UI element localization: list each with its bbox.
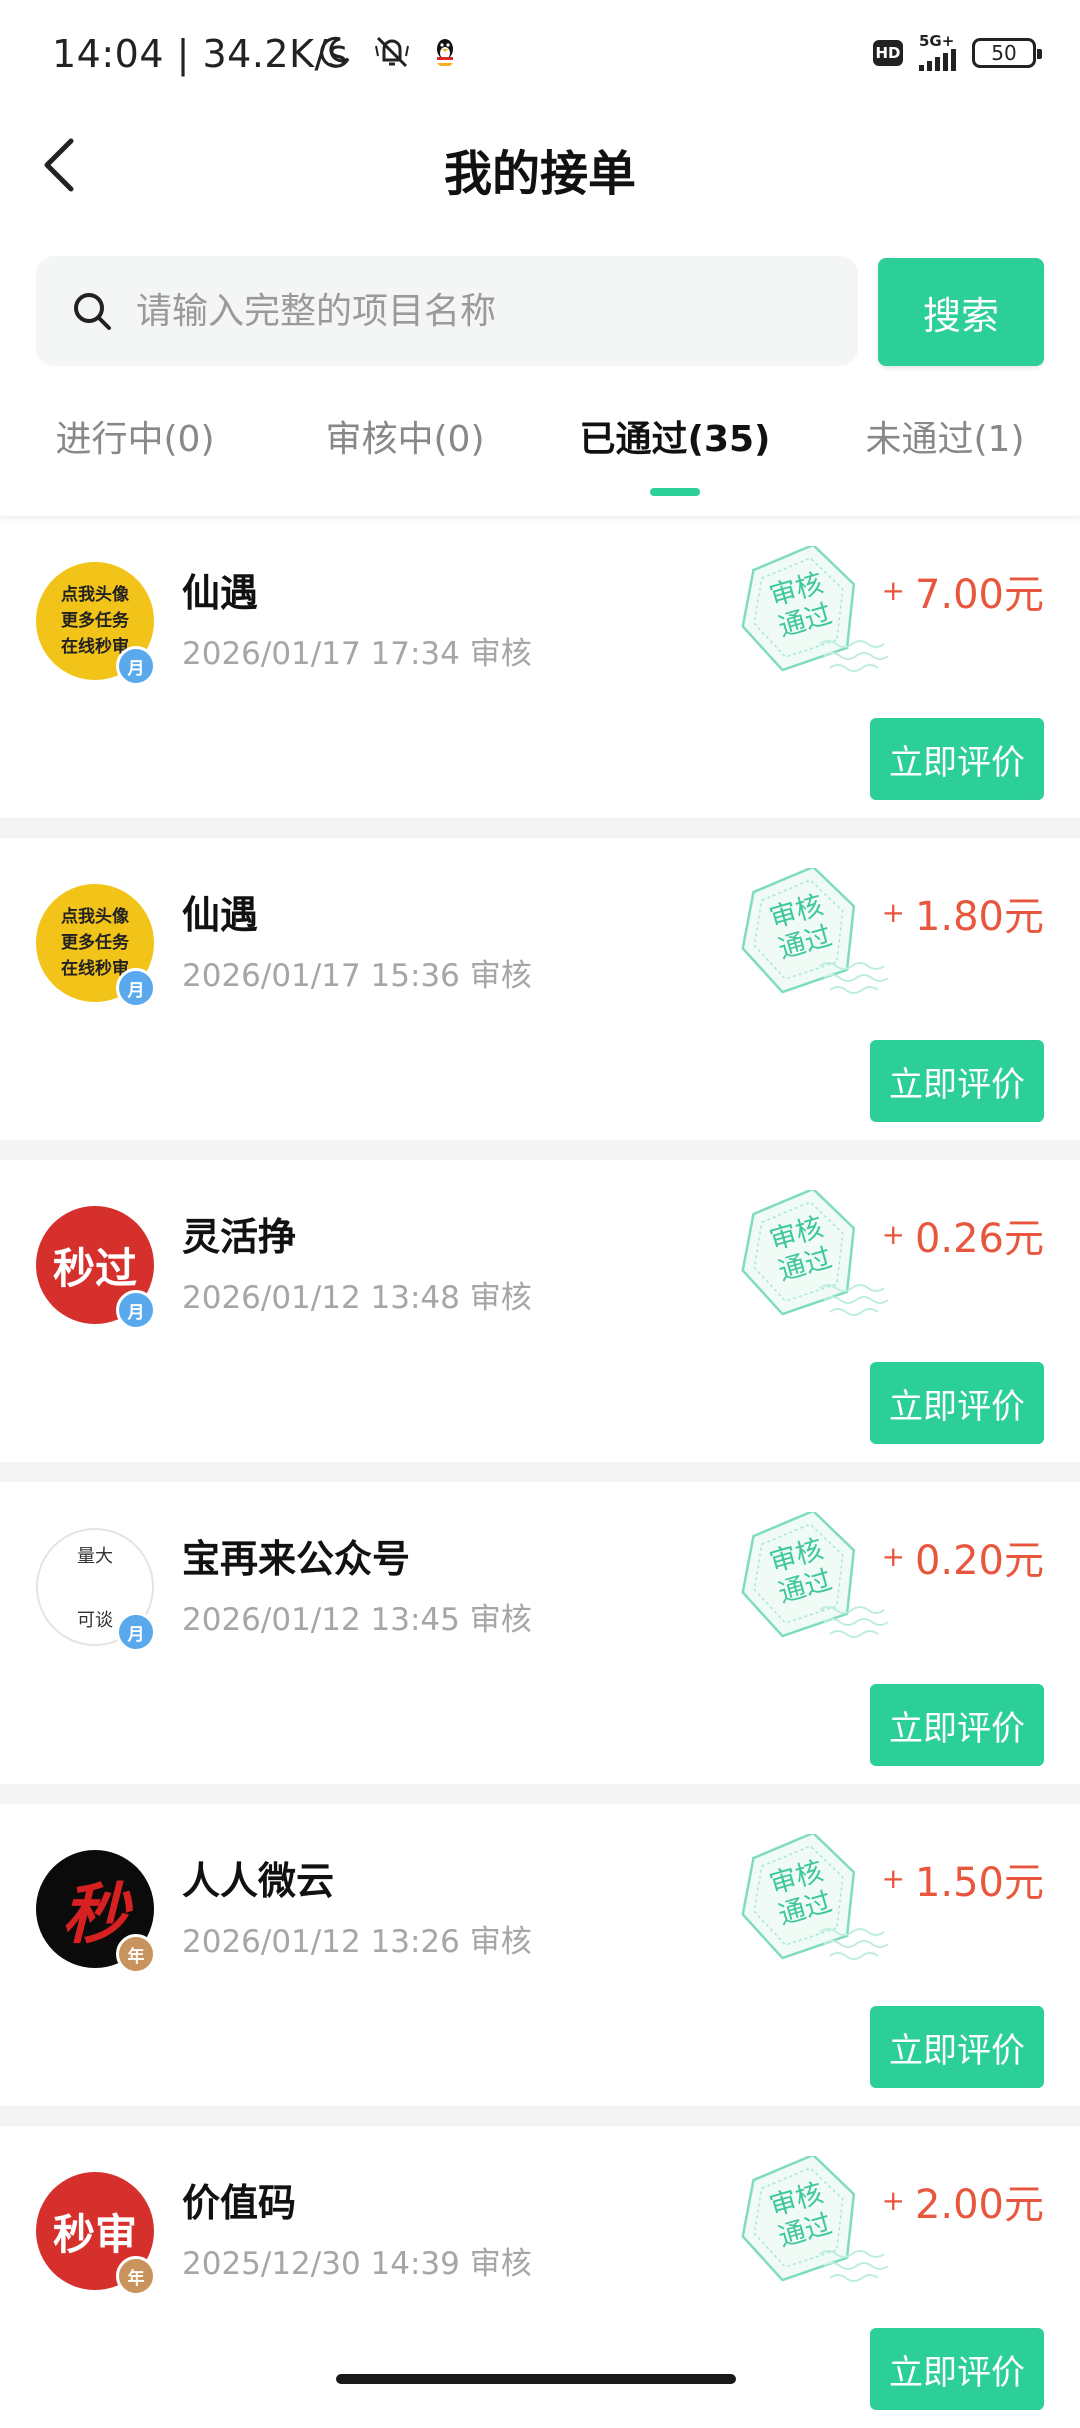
plus-icon: + bbox=[881, 1540, 905, 1573]
status-time-and-speed: 14:04 | 34.2K/s bbox=[52, 32, 348, 76]
rate-now-button[interactable]: 立即评价 bbox=[870, 1684, 1044, 1766]
approved-stamp-icon: 审核 通过 bbox=[724, 1187, 904, 1340]
search-input[interactable] bbox=[136, 256, 836, 366]
avatar-text: 更多任务 bbox=[61, 611, 129, 631]
rate-now-button[interactable]: 立即评价 bbox=[870, 718, 1044, 800]
signal-bar bbox=[951, 49, 956, 71]
plus-icon: + bbox=[881, 1862, 905, 1895]
membership-badge: 月 bbox=[116, 968, 156, 1008]
page-title: 我的接单 bbox=[443, 146, 636, 202]
reward-amount: +1.50元 bbox=[881, 1850, 1044, 1908]
bell-muted-icon bbox=[372, 34, 412, 74]
status-bar: 14:04 | 34.2K/s HD 5G+ 50 bbox=[0, 0, 1080, 110]
membership-badge: 月 bbox=[116, 646, 156, 686]
rate-now-button[interactable]: 立即评价 bbox=[870, 2006, 1044, 2088]
amount-value: 2.00元 bbox=[914, 2182, 1044, 2228]
avatar-text: 秒过 bbox=[52, 1243, 137, 1293]
plus-icon: + bbox=[881, 896, 905, 929]
penguin-icon bbox=[432, 35, 458, 73]
membership-badge: 年 bbox=[116, 2256, 156, 2296]
membership-badge: 月 bbox=[116, 1290, 156, 1330]
review-timestamp: 2026/01/17 17:34 审核 bbox=[182, 636, 532, 672]
project-name: 宝再来公众号 bbox=[182, 1537, 411, 1581]
order-card[interactable]: 点我头像 更多任务 在线秒审月仙遇 2026/01/17 17:34 审核 审核 通过 +7… bbox=[0, 516, 1080, 818]
reward-amount: +7.00元 bbox=[881, 562, 1044, 620]
status-separator: | bbox=[176, 32, 203, 76]
signal-label: 5G+ bbox=[919, 32, 955, 50]
order-card[interactable]: 点我头像 更多任务 在线秒审月仙遇 2026/01/17 15:36 审核 审核 通过 +1… bbox=[0, 838, 1080, 1140]
avatar-text: 可谈 bbox=[77, 1610, 113, 1631]
signal-icon: 5G+ bbox=[919, 34, 956, 71]
tab-approved[interactable]: 已通过(35) bbox=[540, 410, 810, 462]
search-icon bbox=[70, 289, 114, 337]
amount-value: 1.80元 bbox=[914, 894, 1044, 940]
plus-icon: + bbox=[881, 1218, 905, 1251]
amount-value: 7.00元 bbox=[914, 572, 1044, 618]
approved-stamp-icon: 审核 通过 bbox=[724, 865, 904, 1018]
order-card[interactable]: 秒年人人微云 2026/01/12 13:26 审核 审核 通过 +1.50元 立即评价 bbox=[0, 1804, 1080, 2106]
battery-icon: 50 bbox=[972, 37, 1042, 68]
project-name: 仙遇 bbox=[182, 571, 259, 615]
tab-under-review[interactable]: 审核中(0) bbox=[270, 410, 540, 462]
reward-amount: +0.26元 bbox=[881, 1206, 1044, 1264]
app-header: 我的接单 bbox=[0, 110, 1080, 220]
reward-amount: +0.20元 bbox=[881, 1528, 1044, 1586]
active-tab-indicator bbox=[650, 488, 700, 496]
status-tabs: 进行中(0) 审核中(0) 已通过(35) 未通过(1) bbox=[0, 410, 1080, 496]
home-indicator[interactable] bbox=[336, 2374, 736, 2384]
review-timestamp: 2025/12/30 14:39 审核 bbox=[182, 2246, 532, 2282]
amount-value: 0.20元 bbox=[914, 1538, 1044, 1584]
rate-now-button[interactable]: 立即评价 bbox=[870, 1040, 1044, 1122]
status-icons-left bbox=[318, 34, 458, 74]
signal-bar bbox=[927, 61, 932, 71]
approved-stamp-icon: 审核 通过 bbox=[724, 1831, 904, 1984]
review-timestamp: 2026/01/17 15:36 审核 bbox=[182, 958, 532, 994]
search-bar bbox=[36, 256, 858, 366]
avatar-text: 点我头像 bbox=[61, 585, 129, 605]
plus-icon: + bbox=[881, 2184, 905, 2217]
plus-icon: + bbox=[881, 574, 905, 607]
rate-now-button[interactable]: 立即评价 bbox=[870, 2328, 1044, 2410]
project-name: 人人微云 bbox=[182, 1859, 335, 1903]
order-card[interactable]: 秒过月灵活挣 2026/01/12 13:48 审核 审核 通过 +0.26元立即评价 bbox=[0, 1160, 1080, 1462]
amount-value: 1.50元 bbox=[914, 1860, 1044, 1906]
avatar-text: 点我头像 bbox=[61, 907, 129, 927]
avatar-text: 秒审 bbox=[52, 2209, 137, 2259]
tab-rejected[interactable]: 未通过(1) bbox=[810, 410, 1080, 462]
order-card[interactable]: 量大可谈月宝再来公众号 2026/01/12 13:45 审核 审核 通过 +0.20元… bbox=[0, 1482, 1080, 1784]
hd-badge: HD bbox=[873, 39, 903, 66]
membership-badge: 月 bbox=[116, 1612, 156, 1652]
avatar-text: 更多任务 bbox=[61, 933, 129, 953]
reward-amount: +2.00元 bbox=[881, 2172, 1044, 2230]
top-section: 14:04 | 34.2K/s HD 5G+ 50 我的接单 请输入完整的项目名… bbox=[0, 0, 1080, 516]
tab-in-progress[interactable]: 进行中(0) bbox=[0, 410, 270, 462]
status-time: 14:04 bbox=[52, 32, 165, 76]
signal-bar bbox=[935, 57, 940, 71]
moon-icon bbox=[318, 35, 352, 73]
signal-bars bbox=[919, 49, 956, 71]
approved-stamp-icon: 审核 通过 bbox=[724, 2153, 904, 2306]
approved-stamp-icon: 审核 通过 bbox=[724, 1509, 904, 1662]
rate-now-button[interactable]: 立即评价 bbox=[870, 1362, 1044, 1444]
avatar-text: 量大 bbox=[77, 1546, 113, 1567]
review-timestamp: 2026/01/12 13:26 审核 bbox=[182, 1924, 532, 1960]
review-timestamp: 2026/01/12 13:45 审核 bbox=[182, 1602, 532, 1638]
signal-bar bbox=[943, 53, 948, 71]
approved-stamp-icon: 审核 通过 bbox=[724, 543, 904, 696]
search-button[interactable]: 搜索 bbox=[878, 258, 1044, 366]
project-name: 灵活挣 bbox=[182, 1215, 297, 1259]
status-icons-right: HD 5G+ 50 bbox=[873, 34, 1042, 71]
membership-badge: 年 bbox=[116, 1934, 156, 1974]
review-timestamp: 2026/01/12 13:48 审核 bbox=[182, 1280, 532, 1316]
reward-amount: +1.80元 bbox=[881, 884, 1044, 942]
project-name: 价值码 bbox=[182, 2181, 297, 2225]
project-name: 仙遇 bbox=[182, 893, 259, 937]
amount-value: 0.26元 bbox=[914, 1216, 1044, 1262]
signal-bar bbox=[919, 65, 924, 71]
